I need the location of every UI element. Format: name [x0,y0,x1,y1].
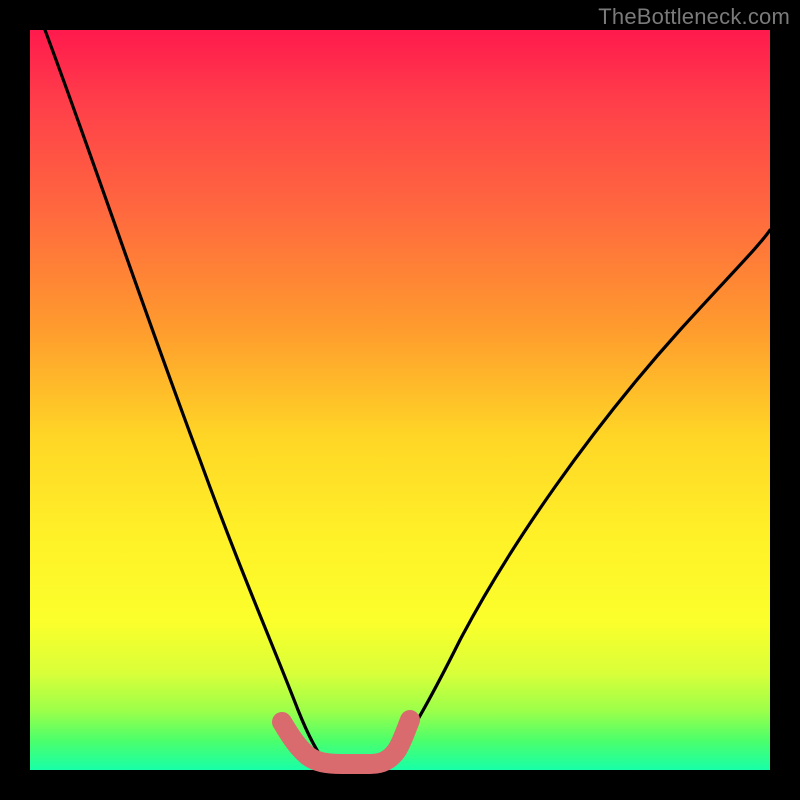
watermark-text: TheBottleneck.com [598,4,790,30]
bottom-marker [282,720,410,764]
left-curve [45,30,328,765]
right-curve [388,230,770,765]
curve-overlay [30,30,770,770]
chart-frame: TheBottleneck.com [0,0,800,800]
